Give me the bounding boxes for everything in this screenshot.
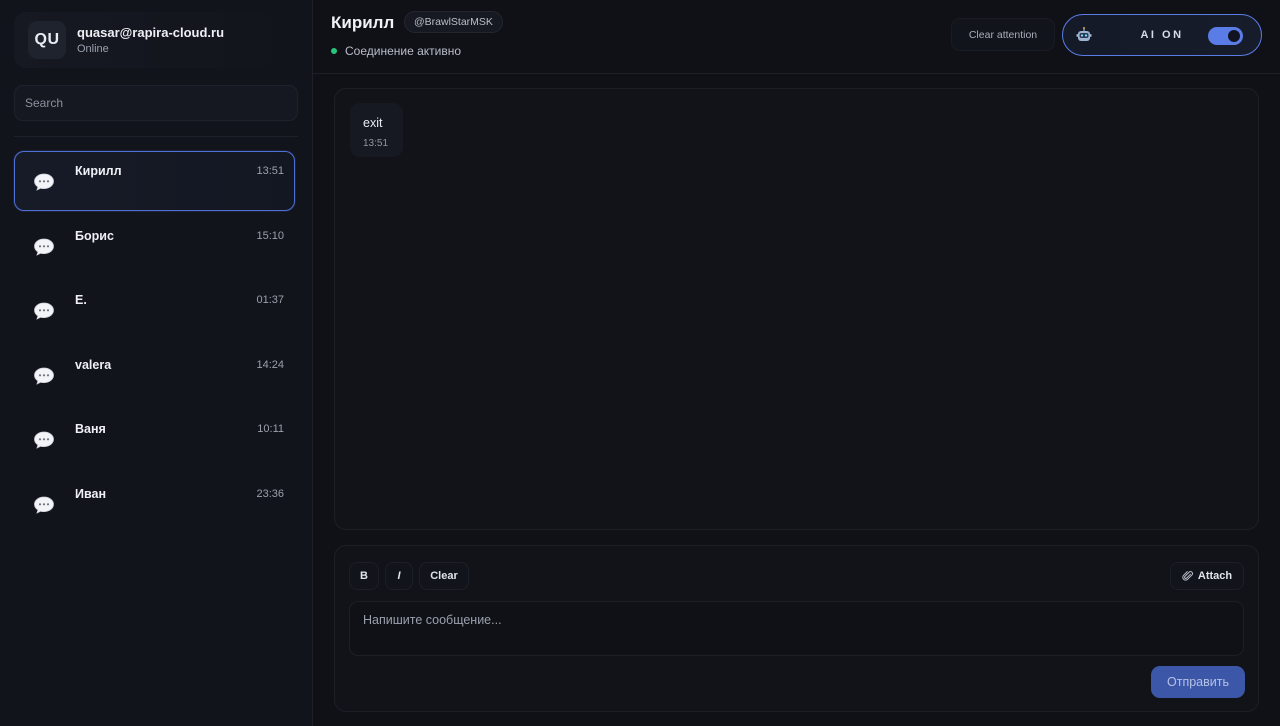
chat-list-item[interactable]: Борис 15:10 [14,216,295,276]
app-root: QU quasar@rapira-cloud.ru Online Кирилл 1… [0,0,1280,726]
chat-name: Е. [75,293,87,307]
profile-email: quasar@rapira-cloud.ru [77,25,225,40]
status-dot-icon [331,48,337,54]
chat-time: 15:10 [256,229,284,242]
speech-bubble-icon [34,367,54,385]
speech-bubble-icon [34,238,54,256]
chat-name: valera [75,357,112,372]
chat-list-item[interactable]: Е. 01:37 [14,280,295,340]
main-panel: Кирилл @BrawlStarMSK Соединение активно … [313,0,1280,726]
message-area: exit 13:51 [334,88,1259,530]
chat-list-item[interactable]: Иван 23:36 [14,474,295,534]
contact-name: Кирилл [331,13,395,32]
chat-time: 23:36 [256,487,284,500]
profile-card[interactable]: QU quasar@rapira-cloud.ru Online [14,12,300,68]
speech-bubble-icon [34,173,54,191]
chat-name: Борис [75,228,114,243]
chat-list-item[interactable]: Кирилл 13:51 [14,151,295,211]
composer: B I Clear Attach Отправить [334,545,1259,712]
chat-time: 13:51 [256,165,284,177]
italic-button[interactable]: I [385,562,413,590]
clear-format-button[interactable]: Clear [419,562,469,590]
sidebar: QU quasar@rapira-cloud.ru Online Кирилл 1… [0,0,313,726]
bold-button[interactable]: B [349,562,379,590]
profile-text: quasar@rapira-cloud.ru Online [77,25,224,55]
chat-list: Кирилл 13:51 Борис 15:10 Е. 01:37 valera 14:24 В… [14,151,295,538]
chat-list-item[interactable]: Ваня 10:11 [14,409,295,469]
speech-bubble-icon [34,431,54,449]
message-text: exit [363,116,383,130]
clear-attention-button[interactable]: Clear attention [951,18,1055,51]
message-bubble: exit 13:51 [350,103,403,157]
speech-bubble-icon [34,496,54,514]
attach-label: Attach [1197,570,1233,582]
connection-status: Соединение активно [331,44,461,58]
message-time: 13:51 [363,138,389,149]
chat-list-item[interactable]: valera 14:24 [14,345,295,405]
send-button[interactable]: Отправить [1151,666,1245,698]
profile-status: Online [77,43,109,55]
sidebar-divider [14,136,298,137]
ai-toggle-switch[interactable] [1208,27,1243,45]
ai-toggle-pill[interactable]: AI ON [1062,14,1262,56]
chat-time: 14:24 [256,358,284,371]
chat-name: Ваня [75,422,106,436]
chat-time: 01:37 [256,294,284,306]
chat-name: Кирилл [75,164,122,178]
connection-status-text: Соединение активно [345,44,462,58]
chat-header: Кирилл @BrawlStarMSK Соединение активно … [313,0,1280,74]
avatar: QU [28,21,66,59]
speech-bubble-icon [34,302,54,320]
handle-badge: @BrawlStarMSK [404,11,503,33]
paperclip-icon [1182,571,1193,581]
message-input[interactable] [349,601,1244,656]
chat-name: Иван [75,486,107,501]
attach-button[interactable]: Attach [1170,562,1244,590]
toggle-knob [1228,30,1240,42]
chat-time: 10:11 [257,423,284,435]
search-input[interactable] [14,85,298,121]
